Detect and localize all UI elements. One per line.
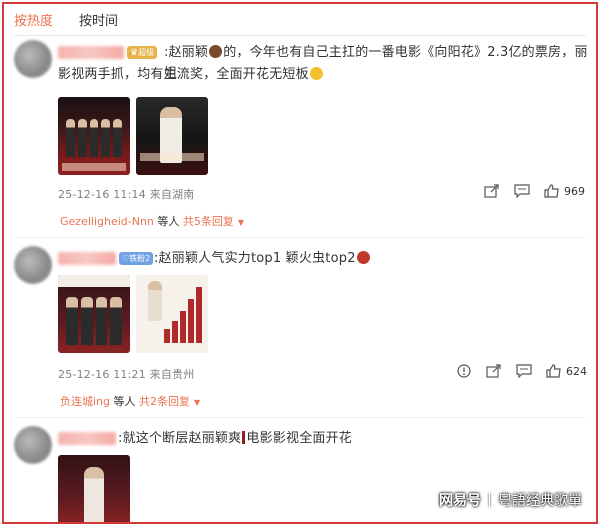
watermark-logo: 网易号 <box>439 493 481 509</box>
comment-text: :就这个断层赵丽颖爽 电影影视全面开花 <box>118 431 352 446</box>
warning-icon[interactable] <box>456 364 472 378</box>
sort-by-time-tab[interactable]: 按时间 <box>79 10 118 29</box>
reply-count[interactable]: 共5条回复 <box>183 215 234 228</box>
like-icon <box>546 364 561 378</box>
sort-tabs: 按热度 按时间 <box>14 10 118 29</box>
reply-user[interactable]: Gezelligheid-Nnn <box>60 215 154 228</box>
comment-text: :赵丽颖人气实力top1 颖火虫top2 <box>154 248 584 269</box>
avatar[interactable] <box>14 40 52 78</box>
comment-text-line2: 影视两手抓，均有主流奖，全面开花无短板 <box>58 64 588 85</box>
like-button[interactable]: 969 <box>544 184 585 198</box>
comment-image[interactable] <box>58 275 130 353</box>
divider <box>489 493 490 507</box>
like-icon <box>544 184 559 198</box>
username-blurred[interactable] <box>58 252 116 265</box>
reply-summary[interactable]: Gezelligheid-Nnn 等人 共5条回复 ▼ <box>60 213 244 229</box>
comment-timestamp: 25-12-16 11:14 来自湖南 <box>58 188 195 201</box>
like-count: 624 <box>566 364 587 378</box>
watermark-account: 粤語经典歌單 <box>498 493 582 509</box>
comment-icon[interactable] <box>516 364 532 378</box>
divider <box>14 35 586 36</box>
comments-panel: 按热度 按时间 ♛超级 :赵丽颖 的，今年也有自己主扛的一番电影《向阳花》2.3亿… <box>2 2 598 524</box>
comment-actions: 969 <box>484 184 585 198</box>
caret-down-icon[interactable]: ▼ <box>238 218 244 227</box>
avatar[interactable] <box>14 426 52 464</box>
share-icon[interactable] <box>484 184 500 198</box>
reply-label: 等人 <box>110 395 140 408</box>
vip-badge: ♛超级 <box>127 46 158 59</box>
reply-count[interactable]: 共2条回复 <box>139 395 190 408</box>
sort-by-hot-tab[interactable]: 按热度 <box>14 10 53 29</box>
comment-image[interactable] <box>58 455 130 522</box>
reply-label: 等人 <box>153 215 183 228</box>
share-icon[interactable] <box>486 364 502 378</box>
divider <box>14 237 586 238</box>
like-button[interactable]: 624 <box>546 364 587 378</box>
reply-user[interactable]: 负连城ing <box>60 395 110 408</box>
comment-image[interactable] <box>58 97 130 175</box>
fan-badge: ♡铁粉2 <box>119 252 154 265</box>
divider <box>14 417 586 418</box>
emoji-icon <box>209 45 223 58</box>
like-count: 969 <box>564 184 585 198</box>
avatar[interactable] <box>14 246 52 284</box>
username-blurred[interactable] <box>58 432 116 445</box>
watermark: 网易号 粤語经典歌單 <box>439 490 582 510</box>
caret-down-icon[interactable]: ▼ <box>194 398 200 407</box>
comment-timestamp: 25-12-16 11:21 来自贵州 <box>58 368 195 381</box>
reply-summary[interactable]: 负连城ing 等人 共2条回复 ▼ <box>60 393 200 409</box>
comment-image[interactable] <box>136 97 208 175</box>
emoji-icon <box>356 251 370 264</box>
emoji-icon <box>309 67 323 80</box>
username-blurred[interactable] <box>58 46 124 59</box>
comment-image[interactable] <box>136 275 208 353</box>
comment-icon[interactable] <box>514 184 530 198</box>
comment-actions: 624 <box>456 364 587 378</box>
